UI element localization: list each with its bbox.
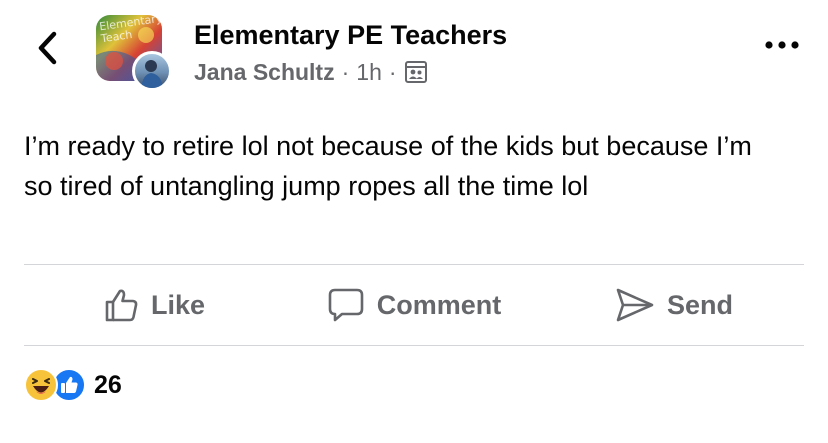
haha-reaction-icon xyxy=(24,368,58,402)
reactions-summary[interactable]: 26 xyxy=(24,368,122,402)
group-avatar[interactable]: Elementary Teach xyxy=(96,15,172,91)
post-meta: Jana Schultz · 1h · xyxy=(194,58,507,86)
ellipsis-icon xyxy=(765,41,799,49)
like-button[interactable]: Like xyxy=(24,287,284,323)
send-arrow-icon xyxy=(616,288,654,322)
post-header: Elementary PE Teachers Jana Schultz · 1h… xyxy=(194,18,507,86)
group-members-icon xyxy=(404,61,427,83)
comment-button[interactable]: Comment xyxy=(284,287,544,323)
meta-separator: · xyxy=(388,59,397,85)
send-button[interactable]: Send xyxy=(544,287,804,323)
post-body-text: I’m ready to retire lol not because of t… xyxy=(24,131,760,201)
meta-separator: · xyxy=(341,59,350,85)
divider xyxy=(24,345,804,346)
chevron-left-icon xyxy=(38,31,57,65)
send-label: Send xyxy=(666,289,733,320)
comment-bubble-icon xyxy=(328,288,364,322)
more-options-button[interactable] xyxy=(762,30,802,60)
back-button[interactable] xyxy=(30,28,64,68)
like-label: Like xyxy=(150,289,206,320)
thumbs-up-icon xyxy=(105,289,138,322)
reaction-count: 26 xyxy=(94,370,122,399)
comment-label: Comment xyxy=(376,289,502,320)
post-time[interactable]: 1h xyxy=(356,58,382,86)
group-name-link[interactable]: Elementary PE Teachers xyxy=(194,18,507,52)
post-action-bar: Like Comment Send xyxy=(24,265,804,345)
author-avatar[interactable] xyxy=(132,51,172,91)
author-name-link[interactable]: Jana Schultz xyxy=(194,58,335,86)
